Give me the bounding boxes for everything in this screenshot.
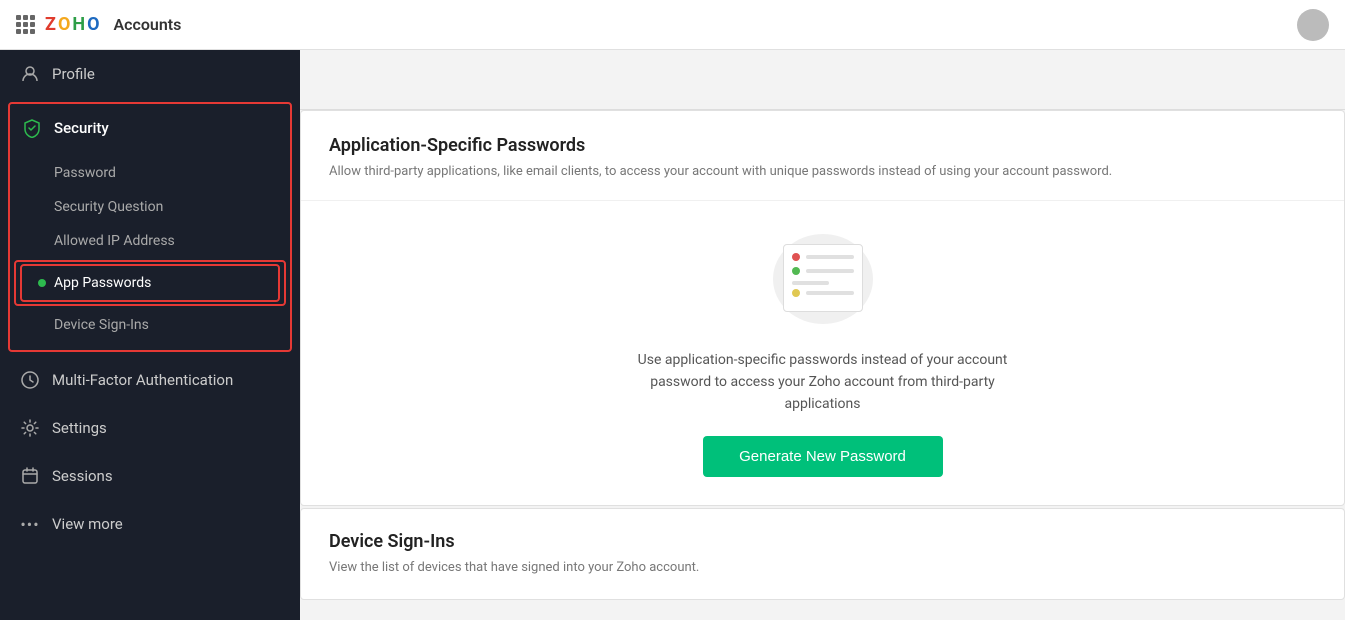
security-label: Security <box>54 119 109 137</box>
card-title: Application-Specific Passwords <box>329 135 1316 156</box>
sidebar-item-mfa[interactable]: Multi-Factor Authentication <box>0 356 300 404</box>
mfa-icon <box>20 370 40 390</box>
card-subtitle: Allow third-party applications, like ema… <box>329 162 1316 182</box>
device-signins-card: Device Sign-Ins View the list of devices… <box>300 508 1345 601</box>
profile-icon <box>20 64 40 84</box>
active-dot <box>38 279 46 287</box>
mfa-label: Multi-Factor Authentication <box>52 371 233 389</box>
grid-icon[interactable] <box>16 15 35 34</box>
sidebar-item-profile[interactable]: Profile <box>0 50 300 98</box>
sidebar-item-security-question[interactable]: Security Question <box>10 190 290 224</box>
settings-icon <box>20 418 40 438</box>
avatar[interactable] <box>1297 9 1329 41</box>
device-signins-subtitle: View the list of devices that have signe… <box>329 558 1316 578</box>
illustration <box>763 229 883 329</box>
security-section: Security Password Security Question Allo… <box>8 102 292 352</box>
shield-icon <box>22 118 42 138</box>
sidebar-item-device-signins[interactable]: Device Sign-Ins <box>10 308 290 342</box>
app-passwords-label: App Passwords <box>54 275 151 291</box>
more-icon: ••• <box>20 514 40 534</box>
topnav: ZOHO Accounts <box>0 0 1345 50</box>
generate-password-button[interactable]: Generate New Password <box>703 436 943 477</box>
sidebar-item-app-passwords[interactable]: App Passwords <box>20 264 280 302</box>
device-signins-title: Device Sign-Ins <box>329 531 1316 552</box>
view-more-label: View more <box>52 515 123 533</box>
sidebar-item-allowed-ip[interactable]: Allowed IP Address <box>10 224 290 258</box>
sidebar-item-settings[interactable]: Settings <box>0 404 300 452</box>
main-content: Application-Specific Passwords Allow thi… <box>300 50 1345 620</box>
sidebar-item-sessions[interactable]: Sessions <box>0 452 300 500</box>
sidebar: Profile Security Password Security Quest… <box>0 50 300 620</box>
sidebar-item-security[interactable]: Security <box>10 104 290 152</box>
card-body: Use application-specific passwords inste… <box>301 201 1344 505</box>
illus-doc <box>783 244 863 312</box>
layout: Profile Security Password Security Quest… <box>0 50 1345 620</box>
sidebar-item-password[interactable]: Password <box>10 156 290 190</box>
topnav-left: ZOHO Accounts <box>16 14 181 35</box>
device-card-header: Device Sign-Ins View the list of devices… <box>301 509 1344 600</box>
top-strip <box>300 50 1345 110</box>
card-header: Application-Specific Passwords Allow thi… <box>301 111 1344 201</box>
zoho-logo: ZOHO <box>45 14 100 35</box>
sidebar-profile-label: Profile <box>52 65 95 83</box>
card-description: Use application-specific passwords inste… <box>613 349 1033 416</box>
settings-label: Settings <box>52 419 107 437</box>
app-passwords-card: Application-Specific Passwords Allow thi… <box>300 110 1345 506</box>
app-title: Accounts <box>114 15 182 34</box>
sidebar-item-view-more[interactable]: ••• View more <box>0 500 300 548</box>
sessions-icon <box>20 466 40 486</box>
security-sub-items: Password Security Question Allowed IP Ad… <box>10 152 290 350</box>
sessions-label: Sessions <box>52 467 113 485</box>
